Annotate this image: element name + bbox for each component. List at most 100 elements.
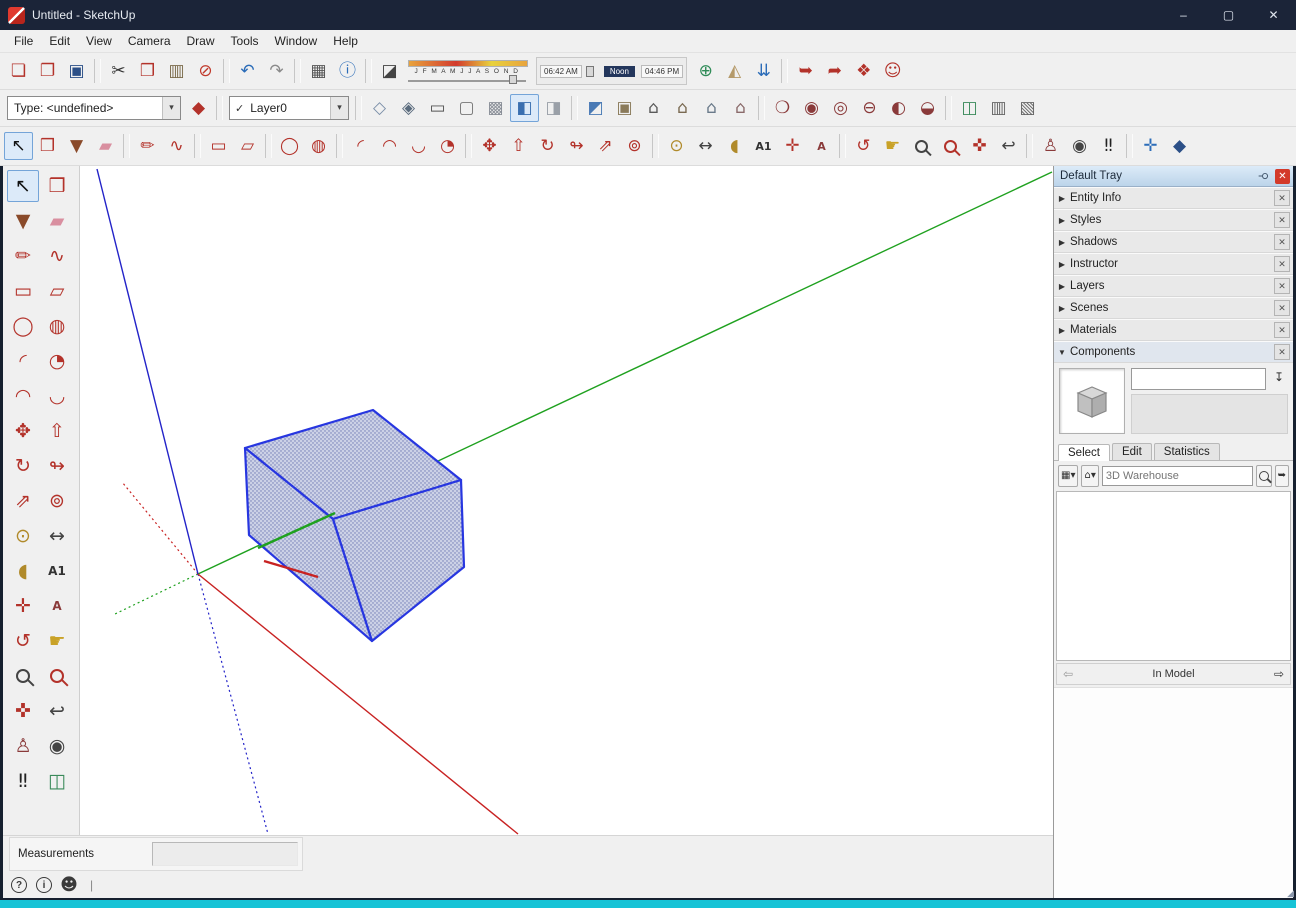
axes-compass-button[interactable]: ✛ [1136,132,1165,160]
collapse-arrow-icon[interactable]: ▶ [1054,216,1070,225]
redo-button[interactable]: ↷ [262,57,291,85]
pie-button[interactable]: ◔ [433,132,462,160]
freehand-button[interactable]: ∿ [41,240,73,272]
arc-button[interactable]: ◜ [346,132,375,160]
new-button[interactable]: ❏ [4,57,33,85]
display-section-cuts-button[interactable]: ▧ [1013,94,1042,122]
menu-item[interactable]: Draw [179,30,223,52]
pin-icon[interactable]: ⚲ [1256,168,1272,184]
section-close-icon[interactable]: ✕ [1274,212,1290,228]
shaded-button[interactable]: ▩ [481,94,510,122]
text-button[interactable]: A1 [749,132,778,160]
pie-button[interactable]: ◔ [41,345,73,377]
circle-button[interactable]: ◯ [275,132,304,160]
rectangle-button[interactable]: ▭ [204,132,233,160]
view-options-button[interactable]: ▦ ▾ [1058,465,1079,487]
previous-button[interactable]: ↩ [994,132,1023,160]
section-plane-tool-button[interactable]: ◫ [41,765,73,797]
tape-measure-button[interactable]: ⊙ [7,520,39,552]
position-camera-button[interactable]: ♙ [1036,132,1065,160]
tray-close-button[interactable]: ✕ [1275,168,1290,184]
send-to-layout-button[interactable]: ❖ [849,57,878,85]
threed-text-button[interactable]: A [41,590,73,622]
follow-me-button[interactable]: ↬ [562,132,591,160]
arc-button[interactable]: ◜ [7,345,39,377]
time-slider-thumb[interactable] [585,65,594,77]
subtract-button[interactable]: ⊖ [855,94,884,122]
monochrome-button[interactable]: ◨ [539,94,568,122]
tray-section[interactable]: ▶ Scenes ✕ [1054,297,1293,319]
extension-warehouse-button[interactable]: ☺ [878,57,907,85]
photo-textures-button[interactable]: ⇊ [749,57,778,85]
undo-button[interactable]: ↶ [233,57,262,85]
navigation-button[interactable]: ◆ [1165,132,1194,160]
rotate-button[interactable]: ↻ [7,450,39,482]
menu-item[interactable]: View [78,30,120,52]
follow-me-button[interactable]: ↬ [41,450,73,482]
warehouse-search-input[interactable] [1101,466,1253,486]
shadow-time-slider[interactable]: 06:42 AM Noon 04:46 PM [536,57,688,85]
rotated-rectangle-button[interactable]: ▱ [233,132,262,160]
close-button[interactable]: ✕ [1251,0,1296,30]
status-info-icon[interactable]: i [36,877,52,893]
push-pull-button[interactable]: ⇧ [41,415,73,447]
position-camera-button[interactable]: ♙ [7,730,39,762]
line-button[interactable]: ✏ [7,240,39,272]
menu-item[interactable]: Help [325,30,366,52]
back-edges-button[interactable]: ◈ [394,94,423,122]
measurements-input[interactable] [152,842,298,866]
protractor-button[interactable]: ◖ [720,132,749,160]
collapse-arrow-icon[interactable]: ▶ [1054,238,1070,247]
trim-button[interactable]: ◐ [884,94,913,122]
select-button[interactable]: ↖ [7,170,39,202]
dimension-button[interactable]: ↔ [691,132,720,160]
three-point-arc-button[interactable]: ◡ [404,132,433,160]
freehand-button[interactable]: ∿ [162,132,191,160]
tray-section[interactable]: ▶ Instructor ✕ [1054,253,1293,275]
two-point-arc-button[interactable]: ◠ [7,380,39,412]
rotated-rectangle-button[interactable]: ▱ [41,275,73,307]
maximize-button[interactable]: ▢ [1206,0,1251,30]
components-list[interactable] [1056,491,1291,661]
tray-section[interactable]: ▶ Materials ✕ [1054,319,1293,341]
collapse-arrow-icon[interactable]: ▶ [1054,282,1070,291]
tray-section[interactable]: ▶ Layers ✕ [1054,275,1293,297]
warehouse-upload-button[interactable]: ➦ [820,57,849,85]
menu-item[interactable]: Tools [223,30,267,52]
advanced-search-button[interactable]: ➥ [1274,465,1289,487]
collapse-arrow-icon[interactable]: ▶ [1054,304,1070,313]
polygon-button[interactable]: ◍ [304,132,333,160]
orbit-button[interactable]: ↺ [7,625,39,657]
resize-grip-icon[interactable]: ◢ [1287,888,1294,899]
protractor-button[interactable]: ◖ [7,555,39,587]
shadows-toggle-button[interactable]: ◪ [375,57,404,85]
axes-button[interactable]: ✛ [7,590,39,622]
tab-edit[interactable]: Edit [1111,443,1152,460]
geo-location-button[interactable]: ⊕ [691,57,720,85]
classification-type-combobox[interactable]: Type: <undefined> ▾ [7,96,181,120]
offset-button[interactable]: ⊚ [41,485,73,517]
move-button[interactable]: ✥ [475,132,504,160]
look-around-button[interactable]: ◉ [1065,132,1094,160]
save-button[interactable]: ▣ [62,57,91,85]
component-name-input[interactable] [1131,368,1266,390]
push-pull-button[interactable]: ⇧ [504,132,533,160]
cut-button[interactable]: ✂ [104,57,133,85]
intersect-button[interactable]: ◉ [797,94,826,122]
zoom-button[interactable] [7,660,39,692]
top-view-button[interactable]: ▣ [610,94,639,122]
wireframe-button[interactable]: ▭ [423,94,452,122]
xray-button[interactable]: ◇ [365,94,394,122]
minimize-button[interactable]: – [1161,0,1206,30]
circle-button[interactable]: ◯ [7,310,39,342]
pan-button[interactable]: ☛ [41,625,73,657]
section-close-icon[interactable]: ✕ [1274,256,1290,272]
pan-button[interactable]: ☛ [878,132,907,160]
section-close-icon[interactable]: ✕ [1274,190,1290,206]
eraser-button[interactable]: ▰ [91,132,120,160]
tab-statistics[interactable]: Statistics [1153,443,1220,460]
scale-button[interactable]: ⇗ [7,485,39,517]
select-button[interactable]: ↖ [4,132,33,160]
offset-button[interactable]: ⊚ [620,132,649,160]
tray-section[interactable]: ▶ Styles ✕ [1054,209,1293,231]
